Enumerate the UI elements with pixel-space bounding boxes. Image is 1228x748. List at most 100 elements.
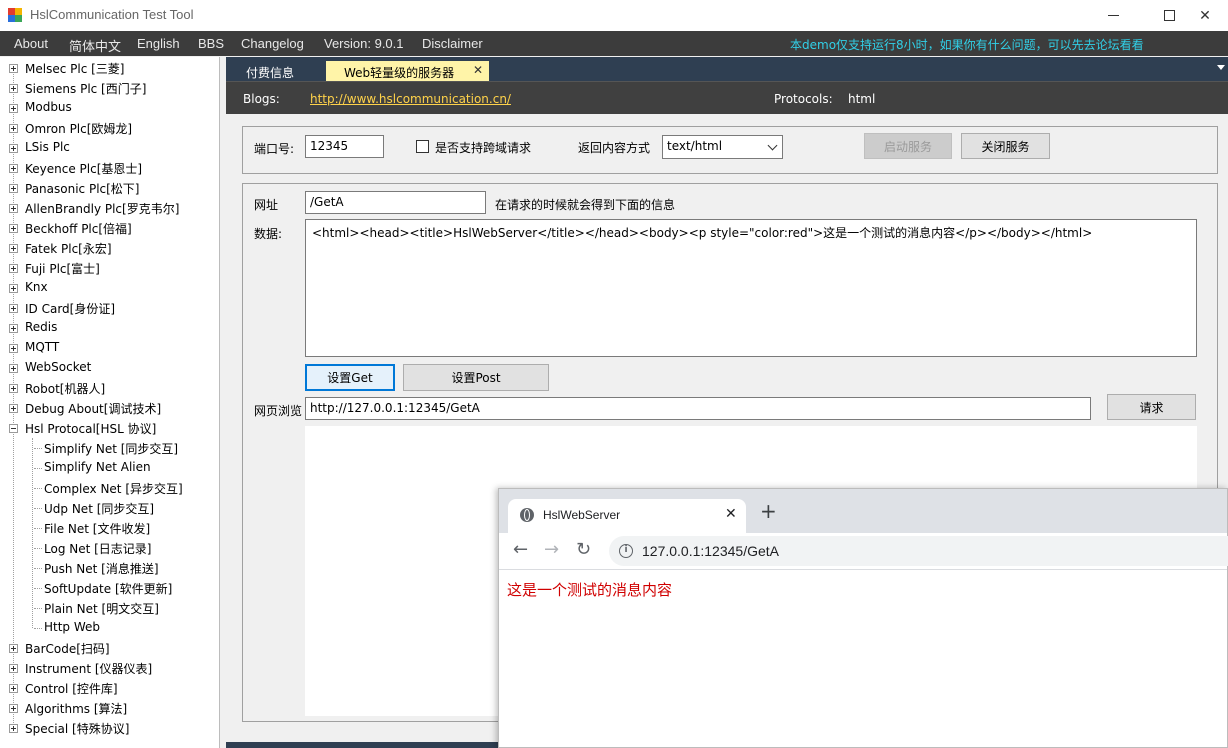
tree-item[interactable]: MQTT [0,338,218,358]
expand-icon[interactable] [9,84,18,93]
browse-url-input[interactable]: http://127.0.0.1:12345/GetA [305,397,1091,420]
back-icon[interactable]: ← [513,541,528,559]
expand-icon[interactable] [9,364,18,373]
tree-item[interactable]: Simplify Net [同步交互] [0,438,218,458]
content-type-select[interactable]: text/html [662,135,783,159]
port-input[interactable]: 12345 [305,135,384,158]
tree-item[interactable]: Modbus [0,98,218,118]
tree-item[interactable]: Robot[机器人] [0,378,218,398]
site-info-icon[interactable]: i [619,544,633,558]
tree-item-label: Special [特殊协议] [25,722,130,736]
tree-item-label: Complex Net [异步交互] [44,482,183,496]
tree-item[interactable]: Redis [0,318,218,338]
tree-item-label: Simplify Net Alien [44,460,151,474]
expand-icon[interactable] [9,404,18,413]
menu-simplified-chinese[interactable]: 简体中文 [69,36,121,55]
expand-icon[interactable] [9,204,18,213]
stop-service-button[interactable]: 关闭服务 [961,133,1050,159]
tree-item[interactable]: BarCode[扫码] [0,638,218,658]
expand-icon[interactable] [9,64,18,73]
expand-icon[interactable] [9,324,18,333]
address-bar[interactable]: i 127.0.0.1:12345/GetA [609,536,1228,566]
menu-version[interactable]: Version: 9.0.1 [324,36,404,51]
tree-item[interactable]: Special [特殊协议] [0,718,218,738]
menu-disclaimer[interactable]: Disclaimer [422,36,483,51]
expand-icon[interactable] [9,224,18,233]
tree-item-label: Push Net [消息推送] [44,562,159,576]
tree-item[interactable]: Beckhoff Plc[倍福] [0,218,218,238]
tree-item[interactable]: Debug About[调试技术] [0,398,218,418]
response-data-textarea[interactable]: <html><head><title>HslWebServer</title><… [305,219,1197,357]
expand-icon[interactable] [9,104,18,113]
set-post-button[interactable]: 设置Post [403,364,549,391]
tree-item[interactable]: AllenBrandly Plc[罗克韦尔] [0,198,218,218]
tree-item[interactable]: Complex Net [异步交互] [0,478,218,498]
close-tab-icon[interactable]: ✕ [725,506,737,522]
new-tab-icon[interactable]: + [760,501,777,521]
close-tab-icon[interactable]: ✕ [473,63,483,77]
menu-english[interactable]: English [137,36,180,51]
expand-icon[interactable] [9,284,18,293]
tree-item[interactable]: Udp Net [同步交互] [0,498,218,518]
menu-bbs[interactable]: BBS [198,36,224,51]
tree-item[interactable]: File Net [文件收发] [0,518,218,538]
expand-icon[interactable] [9,644,18,653]
cors-checkbox[interactable] [416,140,429,153]
tree-item[interactable]: Instrument [仪器仪表] [0,658,218,678]
tree-item[interactable]: Log Net [日志记录] [0,538,218,558]
collapse-icon[interactable] [9,424,18,433]
tree-item[interactable]: Fuji Plc[富士] [0,258,218,278]
forward-icon[interactable]: → [544,541,559,559]
tree-item[interactable]: Control [控件库] [0,678,218,698]
browser-tab[interactable]: HslWebServer ✕ [508,499,746,533]
blogs-link[interactable]: http://www.hslcommunication.cn/ [310,92,511,106]
tree-item[interactable]: ID Card[身份证] [0,298,218,318]
expand-icon[interactable] [9,684,18,693]
expand-icon[interactable] [9,344,18,353]
tree-item[interactable]: WebSocket [0,358,218,378]
expand-icon[interactable] [9,724,18,733]
tab-web-server[interactable]: Web轻量级的服务器 ✕ [326,61,489,81]
menu-changelog[interactable]: Changelog [241,36,304,51]
expand-icon[interactable] [9,124,18,133]
tree-item-label: Hsl Protocal[HSL 协议] [25,422,157,436]
tree-item[interactable]: Panasonic Plc[松下] [0,178,218,198]
tree-item[interactable]: Siemens Plc [西门子] [0,78,218,98]
tree-line [34,468,42,469]
tree-item[interactable]: Push Net [消息推送] [0,558,218,578]
tree-item[interactable]: Hsl Protocal[HSL 协议] [0,418,218,438]
request-button[interactable]: 请求 [1107,394,1196,420]
expand-icon[interactable] [9,164,18,173]
expand-icon[interactable] [9,144,18,153]
tree-item[interactable]: Fatek Plc[永宏] [0,238,218,258]
expand-icon[interactable] [9,664,18,673]
minimize-button[interactable] [1090,0,1136,31]
reload-icon[interactable]: ↻ [576,541,591,559]
close-window-button[interactable]: ✕ [1182,0,1228,31]
tree-item[interactable]: Omron Plc[欧姆龙] [0,118,218,138]
tab-dropdown-icon[interactable] [1217,65,1225,70]
url-path-input[interactable]: /GetA [305,191,486,214]
tree-item[interactable]: Algorithms [算法] [0,698,218,718]
tab-paid-info[interactable]: 付费信息 [238,61,302,81]
tree-line [34,528,42,529]
tree-item[interactable]: Knx [0,278,218,298]
set-get-button[interactable]: 设置Get [305,364,395,391]
expand-icon[interactable] [9,264,18,273]
tree-item[interactable]: Http Web [0,618,218,638]
tree-item[interactable]: LSis Plc [0,138,218,158]
tree-item[interactable]: SoftUpdate [软件更新] [0,578,218,598]
expand-icon[interactable] [9,384,18,393]
expand-icon[interactable] [9,184,18,193]
tree-item[interactable]: Melsec Plc [三菱] [0,58,218,78]
tree-item[interactable]: Simplify Net Alien [0,458,218,478]
tree-item[interactable]: Keyence Plc[基恩士] [0,158,218,178]
start-service-button[interactable]: 启动服务 [864,133,952,159]
expand-icon[interactable] [9,304,18,313]
tree-item-label: AllenBrandly Plc[罗克韦尔] [25,202,180,216]
tree-line [34,628,42,629]
expand-icon[interactable] [9,704,18,713]
menu-about[interactable]: About [14,36,48,51]
expand-icon[interactable] [9,244,18,253]
tree-item[interactable]: Plain Net [明文交互] [0,598,218,618]
